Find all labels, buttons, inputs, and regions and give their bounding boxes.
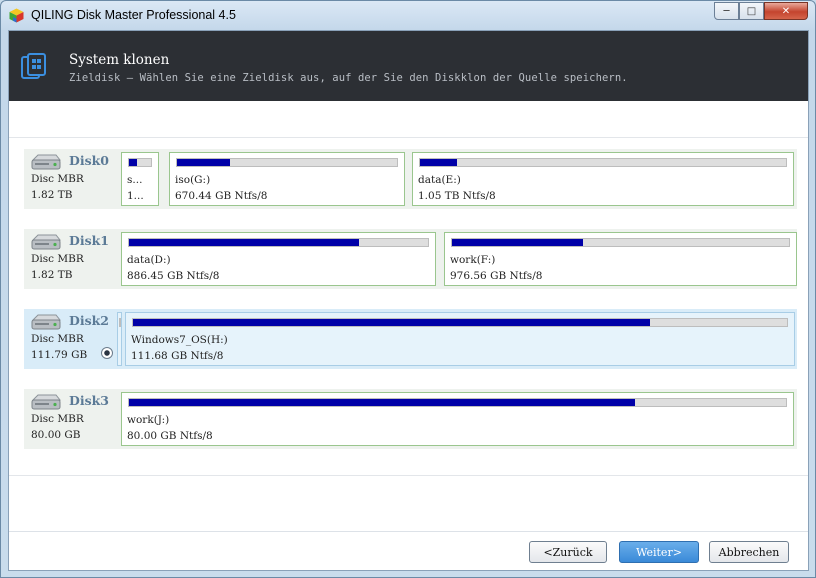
cancel-button[interactable]: Abbrechen (709, 541, 789, 563)
partition-label: s... (127, 174, 143, 186)
partition-info: 111.68 GB Ntfs/8 (131, 350, 224, 362)
partition-info: 976.56 GB Ntfs/8 (450, 270, 543, 282)
partition-usage-fill (129, 399, 635, 406)
partition-label: iso(G:) (175, 174, 211, 186)
partition-info: 80.00 GB Ntfs/8 (127, 430, 213, 442)
hard-drive-icon (31, 314, 62, 330)
partition-label: work(J:) (127, 414, 170, 426)
disk-size: 1.82 TB (31, 189, 73, 201)
partition-usage-fill (420, 159, 457, 166)
partition-usage-bar (128, 158, 152, 167)
disk-row-disk3[interactable]: Disk3 Disc MBR 80.00 GB work(J:) 80.00 GB Nt… (24, 389, 797, 449)
divider (9, 475, 808, 476)
footer-divider (9, 531, 808, 532)
partition-label: data(E:) (418, 174, 461, 186)
partition-usage-bar (451, 238, 790, 247)
partition-info: 1.05 TB Ntfs/8 (418, 190, 496, 202)
hard-drive-icon (31, 154, 62, 170)
disk-name: Disk1 (69, 233, 109, 248)
wizard-header: System klonen Zieldisk – Wählen Sie eine… (9, 31, 808, 101)
partition-block[interactable]: data(D:) 886.45 GB Ntfs/8 (121, 232, 436, 286)
partition-usage-bar (128, 238, 429, 247)
partition-block[interactable]: work(J:) 80.00 GB Ntfs/8 (121, 392, 794, 446)
partition-block[interactable]: data(E:) 1.05 TB Ntfs/8 (412, 152, 794, 206)
disk-type: Disc MBR (31, 173, 84, 185)
partition-label: data(D:) (127, 254, 171, 266)
window-title: QILING Disk Master Professional 4.5 (31, 8, 236, 22)
partition-block[interactable]: iso(G:) 670.44 GB Ntfs/8 (169, 152, 405, 206)
partition-block[interactable]: s... 1... (121, 152, 159, 206)
disk-name: Disk0 (69, 153, 109, 168)
disk-size: 80.00 GB (31, 429, 81, 441)
app-logo-icon (9, 8, 24, 23)
partition-usage-fill (129, 239, 360, 246)
disk-type: Disc MBR (31, 253, 84, 265)
hard-drive-icon (31, 234, 62, 250)
clone-disk-icon (21, 53, 46, 79)
disk-row-disk1[interactable]: Disk1 Disc MBR 1.82 TB data(D:) 886.45 GB Nt… (24, 229, 797, 289)
disk-info: Disk3 Disc MBR 80.00 GB (24, 389, 119, 449)
next-button[interactable]: Weiter> (619, 541, 699, 563)
partition-usage-bar (419, 158, 787, 167)
disk-size: 111.79 GB (31, 349, 88, 361)
disk-name: Disk2 (69, 313, 109, 328)
partition-block[interactable]: work(F:) 976.56 GB Ntfs/8 (444, 232, 797, 286)
partition-usage-bar (128, 398, 787, 407)
disk-row-disk0[interactable]: Disk0 Disc MBR 1.82 TB s... 1... iso(G:) 670.4… (24, 149, 797, 209)
disk-info: Disk2 Disc MBR 111.79 GB (24, 309, 119, 369)
disk-info: Disk1 Disc MBR 1.82 TB (24, 229, 119, 289)
partition-usage-fill (129, 159, 137, 166)
maximize-button[interactable]: □ (739, 2, 764, 20)
disk-radio-selected[interactable] (101, 347, 113, 359)
partition-usage-bar (132, 318, 788, 327)
partition-usage-fill (133, 319, 650, 326)
title-bar[interactable]: QILING Disk Master Professional 4.5 ─ □ … (1, 1, 815, 31)
partition-block[interactable] (117, 312, 122, 366)
partition-info: 1... (127, 190, 144, 202)
minimize-button[interactable]: ─ (714, 2, 739, 20)
wizard-content: System klonen Zieldisk – Wählen Sie eine… (8, 30, 809, 571)
partition-usage-bar (176, 158, 398, 167)
disk-row-disk2[interactable]: Disk2 Disc MBR 111.79 GB Windows7_OS(H:) 111… (24, 309, 797, 369)
divider (9, 137, 808, 138)
disk-name: Disk3 (69, 393, 109, 408)
app-window: QILING Disk Master Professional 4.5 ─ □ … (0, 0, 816, 578)
partition-info: 670.44 GB Ntfs/8 (175, 190, 268, 202)
partition-usage-bar (119, 318, 121, 327)
disk-info: Disk0 Disc MBR 1.82 TB (24, 149, 119, 209)
partition-usage-fill (452, 239, 584, 246)
partition-label: work(F:) (450, 254, 496, 266)
partition-label: Windows7_OS(H:) (131, 334, 228, 346)
page-subtitle: Zieldisk – Wählen Sie eine Zieldisk aus,… (69, 72, 628, 84)
disk-type: Disc MBR (31, 413, 84, 425)
page-title: System klonen (69, 52, 170, 68)
hard-drive-icon (31, 394, 62, 410)
disk-size: 1.82 TB (31, 269, 73, 281)
partition-info: 886.45 GB Ntfs/8 (127, 270, 220, 282)
partition-block[interactable]: Windows7_OS(H:) 111.68 GB Ntfs/8 (125, 312, 795, 366)
partition-usage-fill (177, 159, 230, 166)
disk-type: Disc MBR (31, 333, 84, 345)
close-button[interactable]: ✕ (764, 2, 808, 20)
back-button[interactable]: <Zurück (529, 541, 607, 563)
